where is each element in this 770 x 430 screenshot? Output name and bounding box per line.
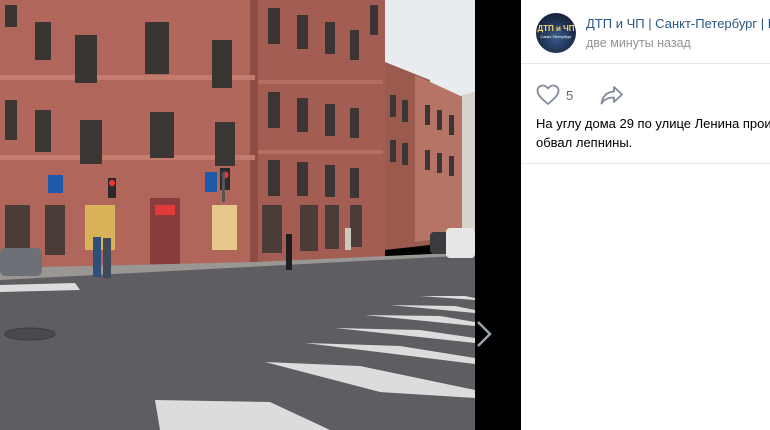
avatar-title: ДТП и ЧП — [537, 24, 575, 33]
photo-viewer — [0, 0, 521, 430]
next-photo-area[interactable] — [475, 0, 521, 430]
share-arrow-icon[interactable] — [599, 84, 625, 106]
post-body: 5 На углу дома 29 по улице Ленина прои о… — [521, 64, 770, 164]
heart-icon[interactable] — [536, 84, 560, 106]
post-text-line-2: обвал лепнины. — [536, 135, 633, 150]
group-name-link[interactable]: ДТП и ЧП | Санкт-Петербург | Г — [586, 16, 770, 31]
post-header: ДТП и ЧП Санкт-Петербург ДТП и ЧП | Санк… — [521, 0, 770, 64]
like-count: 5 — [566, 88, 574, 103]
street-scene-image — [0, 0, 475, 430]
post-text-line-1: На углу дома 29 по улице Ленина прои — [536, 116, 770, 131]
post-time[interactable]: две минуты назад — [586, 36, 691, 50]
avatar[interactable]: ДТП и ЧП Санкт-Петербург — [536, 13, 576, 53]
post-photo[interactable] — [0, 0, 475, 430]
avatar-subtitle: Санкт-Петербург — [540, 34, 572, 39]
chevron-right-icon[interactable] — [474, 318, 494, 350]
post-text: На углу дома 29 по улице Ленина прои обв… — [536, 114, 770, 152]
post-side-panel: ДТП и ЧП Санкт-Петербург ДТП и ЧП | Санк… — [521, 0, 770, 430]
